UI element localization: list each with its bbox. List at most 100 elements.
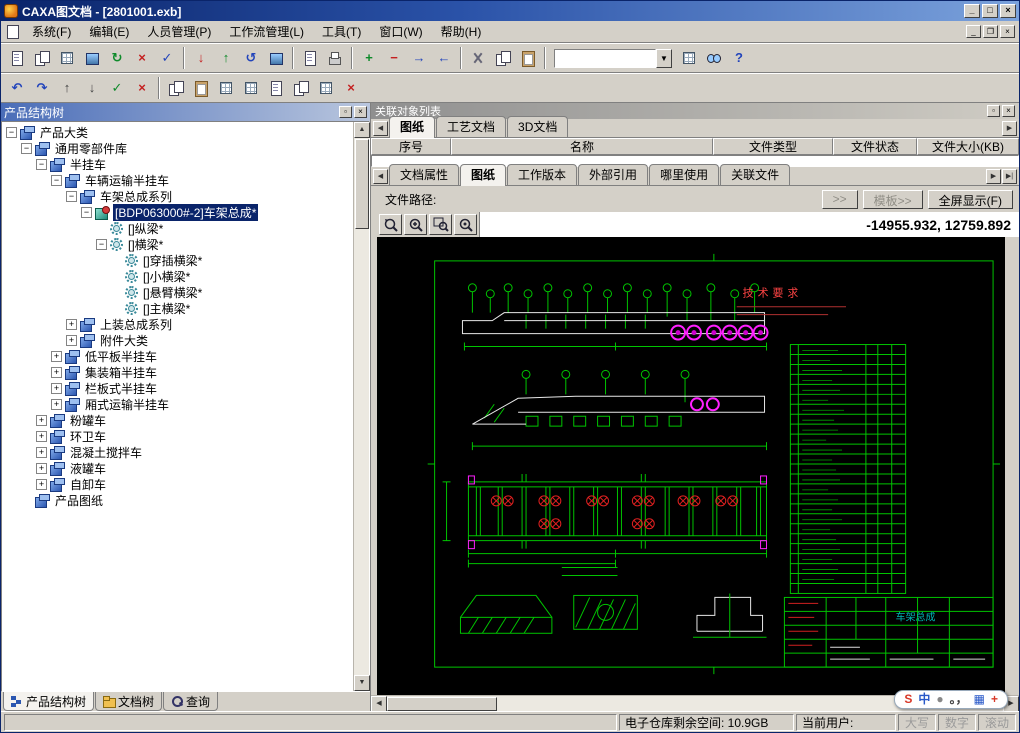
soft-keyboard-icon[interactable]: ▦ bbox=[974, 691, 985, 708]
tree-item[interactable]: +上装总成系列 bbox=[2, 316, 353, 332]
copy-structure-button[interactable] bbox=[164, 76, 188, 100]
tree-item[interactable]: []小横梁* bbox=[2, 268, 353, 284]
tree-expander-icon[interactable]: + bbox=[36, 431, 47, 442]
scroll-up-icon[interactable]: ▲ bbox=[354, 122, 370, 138]
import-file-button[interactable] bbox=[407, 46, 431, 70]
paste-button[interactable] bbox=[516, 46, 540, 70]
preview-button[interactable] bbox=[298, 46, 322, 70]
tree-expander-icon[interactable]: + bbox=[36, 479, 47, 490]
mdi-close-icon[interactable]: × bbox=[1000, 25, 1015, 38]
properties-button[interactable] bbox=[155, 46, 179, 70]
zoom-all-icon[interactable] bbox=[454, 214, 477, 235]
tree-item[interactable]: +混凝土搅拌车 bbox=[2, 444, 353, 460]
scroll-thumb[interactable] bbox=[387, 697, 497, 711]
left-tab-2[interactable]: 查询 bbox=[163, 692, 218, 711]
tree-item[interactable]: −[]横梁* bbox=[2, 236, 353, 252]
detail-tabs-scroll-end-icon[interactable]: ▶| bbox=[1002, 169, 1017, 184]
menu-item-5[interactable]: 窗口(W) bbox=[370, 21, 431, 42]
drawing-viewport[interactable]: 技术要求 bbox=[377, 237, 1005, 695]
pin-icon[interactable]: ▫ bbox=[339, 106, 352, 118]
tree-expander-icon[interactable]: − bbox=[21, 143, 32, 154]
detail-tab-0[interactable]: 文档属性 bbox=[389, 164, 459, 185]
tree-expander-icon[interactable]: − bbox=[66, 191, 77, 202]
batch-import-button[interactable] bbox=[239, 76, 263, 100]
tree-item[interactable]: +低平板半挂车 bbox=[2, 348, 353, 364]
tree-item[interactable]: +液罐车 bbox=[2, 460, 353, 476]
tree-item[interactable]: +附件大类 bbox=[2, 332, 353, 348]
advanced-search-button[interactable] bbox=[677, 46, 701, 70]
column-header-4[interactable]: 文件大小(KB) bbox=[917, 138, 1019, 155]
detail-tab-2[interactable]: 工作版本 bbox=[507, 164, 577, 185]
tree-item[interactable]: +自卸车 bbox=[2, 476, 353, 492]
tree-item[interactable]: []主横梁* bbox=[2, 300, 353, 316]
tree-expander-icon[interactable]: − bbox=[36, 159, 47, 170]
maximize-icon[interactable]: □ bbox=[982, 4, 998, 18]
tree-expander-icon[interactable]: − bbox=[96, 239, 107, 250]
scroll-left-icon[interactable]: ◀ bbox=[371, 696, 387, 712]
menu-item-3[interactable]: 工作流管理(L) bbox=[220, 21, 313, 42]
tree-item[interactable]: −半挂车 bbox=[2, 156, 353, 172]
tree-item[interactable]: []悬臂横梁* bbox=[2, 284, 353, 300]
scroll-thumb[interactable] bbox=[355, 139, 369, 229]
redo-button[interactable] bbox=[30, 76, 54, 100]
tree-item[interactable]: +粉罐车 bbox=[2, 412, 353, 428]
tree-expander-icon[interactable]: + bbox=[66, 319, 77, 330]
ime-settings-icon[interactable]: + bbox=[991, 691, 998, 708]
move-down-button[interactable] bbox=[80, 76, 104, 100]
fullscreen-button[interactable]: 全屏显示(F) bbox=[928, 190, 1013, 209]
column-header-3[interactable]: 文件状态 bbox=[833, 138, 917, 155]
library-button[interactable] bbox=[80, 46, 104, 70]
undo-button[interactable] bbox=[5, 76, 29, 100]
menu-item-4[interactable]: 工具(T) bbox=[313, 21, 370, 42]
ime-toolbar[interactable]: S中●。，▦+ bbox=[894, 690, 1008, 709]
edit-document-button[interactable] bbox=[30, 46, 54, 70]
print-button[interactable] bbox=[323, 46, 347, 70]
remove-file-button[interactable] bbox=[382, 46, 406, 70]
detail-tab-1[interactable]: 图纸 bbox=[460, 164, 506, 186]
undo-check-out-button[interactable] bbox=[239, 46, 263, 70]
template-button[interactable]: 模板>> bbox=[863, 190, 923, 209]
zoom-dynamic-icon[interactable] bbox=[404, 214, 427, 235]
table-view-button[interactable] bbox=[314, 76, 338, 100]
document-list-button[interactable] bbox=[55, 46, 79, 70]
scroll-down-icon[interactable]: ▼ bbox=[354, 675, 370, 691]
find-button[interactable] bbox=[702, 46, 726, 70]
close-icon[interactable]: × bbox=[1000, 4, 1016, 18]
sogou-logo-icon[interactable]: S bbox=[904, 691, 912, 708]
reject-button[interactable] bbox=[130, 76, 154, 100]
search-combo-input[interactable] bbox=[554, 49, 656, 68]
close-panel-icon[interactable]: × bbox=[354, 106, 367, 118]
punctuation-toggle-icon[interactable]: 。， bbox=[950, 691, 968, 708]
browse-document-button[interactable] bbox=[5, 46, 29, 70]
detail-tab-5[interactable]: 关联文件 bbox=[720, 164, 790, 185]
menu-item-1[interactable]: 编辑(E) bbox=[80, 21, 138, 42]
tree-expander-icon[interactable]: − bbox=[81, 207, 92, 218]
column-header-2[interactable]: 文件类型 bbox=[713, 138, 833, 155]
mdi-document-icon[interactable] bbox=[7, 25, 19, 39]
tree-item[interactable]: −车架总成系列 bbox=[2, 188, 353, 204]
approve-button[interactable] bbox=[105, 76, 129, 100]
delete-button[interactable] bbox=[130, 46, 154, 70]
mdi-minimize-icon[interactable]: _ bbox=[966, 25, 981, 38]
detail-tab-3[interactable]: 外部引用 bbox=[578, 164, 648, 185]
tabs-scroll-left-icon[interactable]: ◀ bbox=[373, 121, 388, 136]
tree-item[interactable]: +环卫车 bbox=[2, 428, 353, 444]
paste-structure-button[interactable] bbox=[189, 76, 213, 100]
tree-expander-icon[interactable]: + bbox=[51, 383, 62, 394]
tree-expander-icon[interactable]: + bbox=[36, 463, 47, 474]
left-tab-1[interactable]: 文档树 bbox=[95, 692, 162, 711]
detail-tab-4[interactable]: 哪里使用 bbox=[649, 164, 719, 185]
doc-tab-1[interactable]: 工艺文档 bbox=[436, 116, 506, 137]
tree-expander-icon[interactable]: + bbox=[51, 399, 62, 410]
refresh-button[interactable] bbox=[105, 46, 129, 70]
column-header-1[interactable]: 名称 bbox=[451, 138, 713, 155]
add-file-button[interactable] bbox=[357, 46, 381, 70]
tree-expander-icon[interactable]: + bbox=[51, 351, 62, 362]
combo-dropdown-icon[interactable]: ▼ bbox=[656, 49, 672, 68]
mdi-restore-icon[interactable]: ❐ bbox=[983, 25, 998, 38]
doc-tab-2[interactable]: 3D文档 bbox=[507, 116, 568, 137]
fullwidth-toggle-icon[interactable]: ● bbox=[936, 691, 943, 708]
compare-versions-button[interactable] bbox=[289, 76, 313, 100]
detail-tabs-scroll-right-icon[interactable]: ▶ bbox=[986, 169, 1001, 184]
help-button[interactable] bbox=[727, 46, 751, 70]
